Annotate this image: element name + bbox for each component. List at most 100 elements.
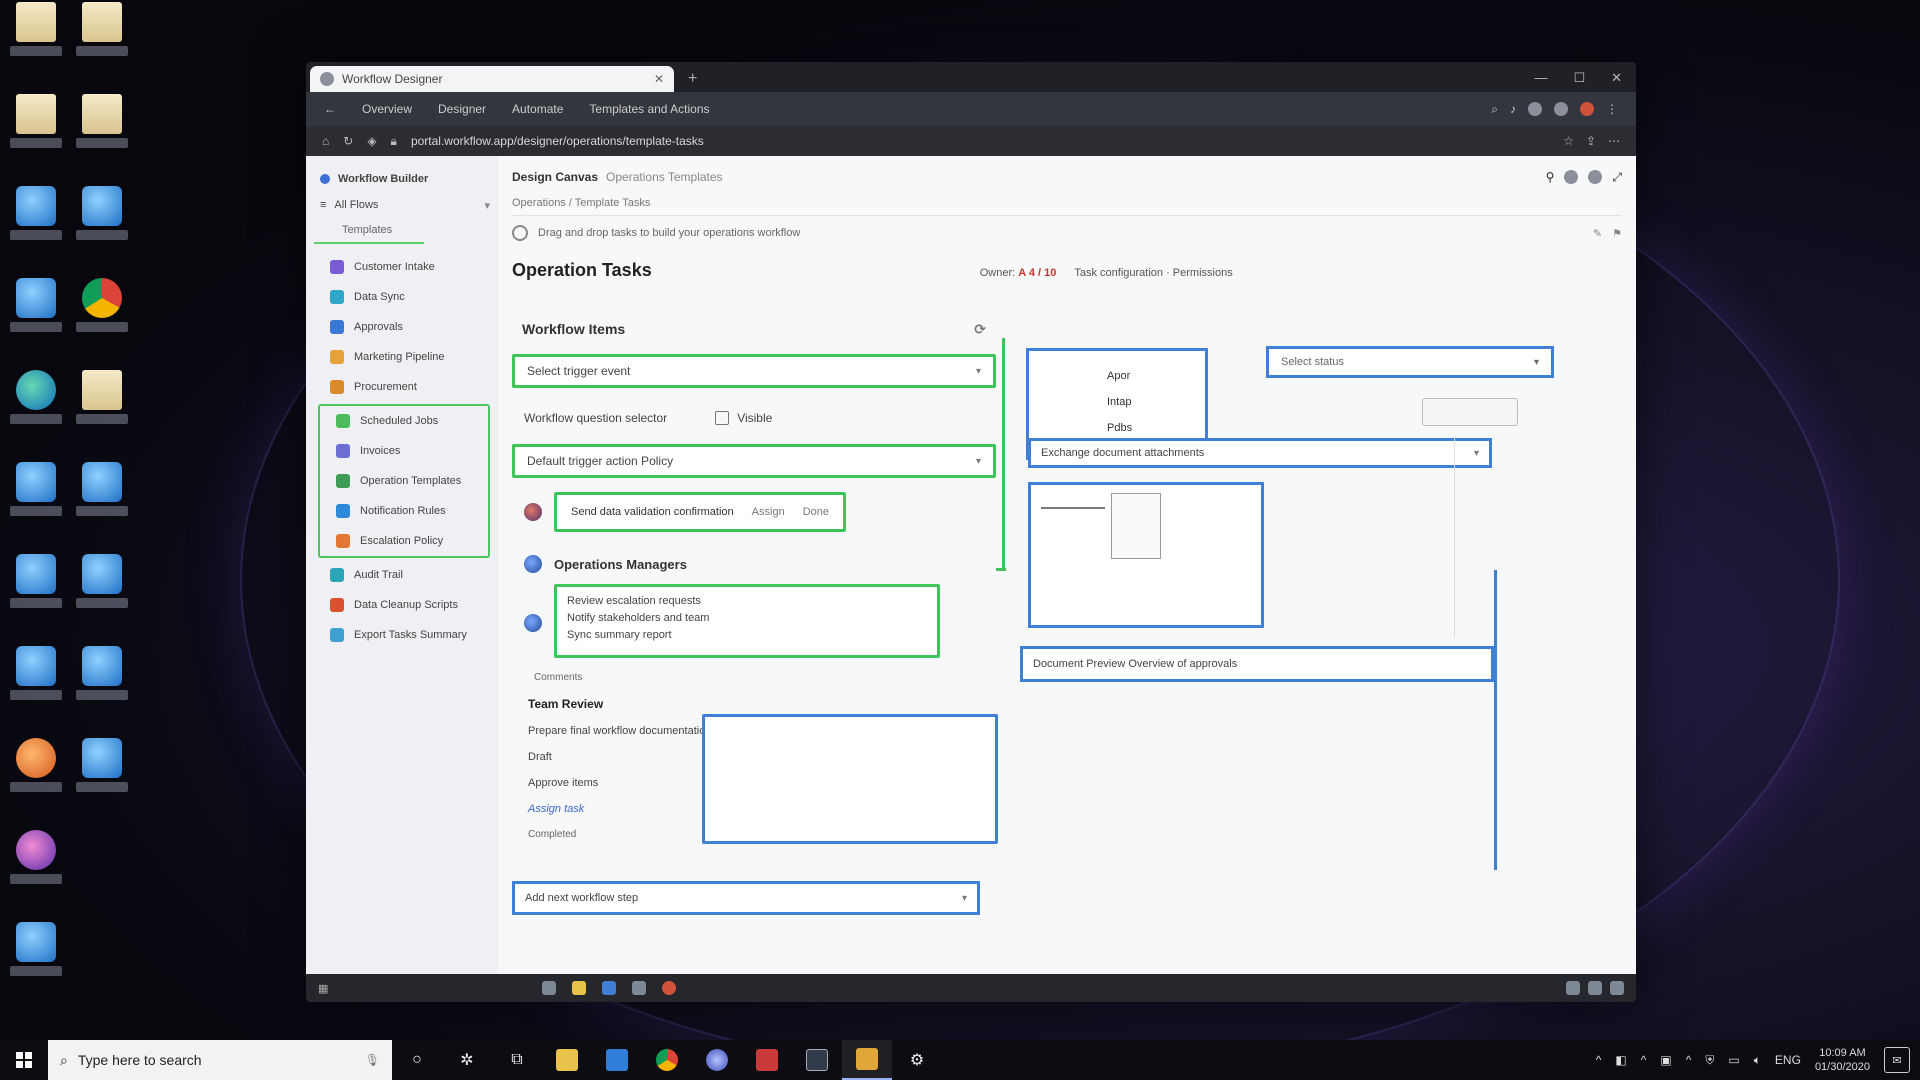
sidebar-item[interactable]: Escalation Policy <box>320 526 488 556</box>
desktop-icon-file[interactable] <box>70 370 134 442</box>
language-indicator[interactable]: ENG <box>1775 1053 1801 1067</box>
clock[interactable]: 10:09 AM 01/30/2020 <box>1815 1046 1870 1074</box>
shield-icon[interactable]: ⛨ <box>1705 1053 1714 1068</box>
desktop-icon-app[interactable] <box>4 186 68 258</box>
microphone-icon[interactable]: 🎙︎ <box>365 1053 380 1067</box>
group-notes[interactable]: Review escalation requests Notify stakeh… <box>554 584 940 658</box>
widgets-icon[interactable]: ✲ <box>442 1040 492 1080</box>
tray-app-icon[interactable]: ▣ <box>1660 1053 1671 1067</box>
sidebar-item[interactable]: Data Cleanup Scripts <box>314 590 490 620</box>
media-app-icon[interactable] <box>742 1040 792 1080</box>
sidebar-item[interactable]: Invoices <box>320 436 488 466</box>
bell-icon[interactable]: ♪ <box>1510 102 1516 117</box>
menu-item-templates[interactable]: Templates and Actions <box>589 102 709 116</box>
terminal-icon[interactable] <box>792 1040 842 1080</box>
next-step-dropdown[interactable]: Add next workflow step ▾ <box>512 881 980 915</box>
notification-icon[interactable]: ✉ <box>1884 1047 1910 1073</box>
desktop-icon-edge[interactable] <box>4 370 68 442</box>
action-policy-dropdown[interactable]: Default trigger action Policy ▾ <box>512 444 996 478</box>
volume-icon[interactable] <box>1588 981 1602 995</box>
tray-chevron-icon[interactable]: ^ <box>1686 1053 1692 1067</box>
task-chip[interactable]: Send data validation confirmation Assign… <box>554 492 846 532</box>
task-view-icon[interactable]: ⧉ <box>492 1040 542 1080</box>
menu-item-overview[interactable]: Overview <box>362 102 412 116</box>
refresh-icon[interactable]: ⟳ <box>974 321 996 338</box>
desktop-icon-chrome[interactable] <box>70 278 134 350</box>
status-select[interactable]: Select status ▾ <box>1266 346 1554 378</box>
desktop-icon-app[interactable] <box>70 554 134 626</box>
user-icon[interactable] <box>1564 169 1579 184</box>
preview-overview-field[interactable]: Document Preview Overview of approvals <box>1020 646 1494 682</box>
trigger-dropdown[interactable]: Select trigger event ▾ <box>512 354 996 388</box>
volume-icon[interactable]: 🔈︎ <box>1754 1053 1761 1068</box>
extension-icon[interactable] <box>1554 101 1568 116</box>
network-icon[interactable] <box>1566 981 1580 995</box>
record-icon[interactable] <box>662 981 677 995</box>
browser-icon[interactable] <box>602 981 617 995</box>
desktop-icon-file[interactable] <box>4 94 68 166</box>
alert-icon[interactable] <box>1580 101 1594 116</box>
menu-item-automate[interactable]: Automate <box>512 102 563 116</box>
pen-icon[interactable] <box>632 981 647 995</box>
search-icon[interactable]: ⌕ <box>1491 102 1498 117</box>
desktop-icon-file[interactable] <box>4 2 68 74</box>
sidebar-item[interactable]: Notification Rules <box>320 496 488 526</box>
desktop-icon-app[interactable] <box>4 646 68 718</box>
section-meta-extra[interactable]: Task configuration · Permissions <box>1074 267 1232 279</box>
pin-icon[interactable]: ⚑ <box>1612 227 1622 240</box>
sidebar-nav-all-flows[interactable]: ≡ All Flows ▾ <box>314 192 490 218</box>
sidebar-item[interactable]: Operation Templates <box>320 466 488 496</box>
start-button[interactable] <box>0 1040 48 1080</box>
tray-app-icon[interactable]: ◧ <box>1615 1053 1626 1067</box>
desktop-icon-app[interactable] <box>70 462 134 534</box>
folder-icon[interactable] <box>572 981 587 995</box>
sidebar-item[interactable]: Procurement <box>314 372 490 402</box>
battery-icon[interactable] <box>1610 981 1624 995</box>
taskbar-search[interactable]: ⌕ Type here to search 🎙︎ <box>48 1040 392 1080</box>
more-icon[interactable]: ⋮ <box>1606 102 1618 117</box>
sidebar-item[interactable]: Audit Trail <box>314 560 490 590</box>
tab-close-icon[interactable]: ✕ <box>654 72 664 86</box>
chrome-icon[interactable] <box>642 1040 692 1080</box>
desktop-icon-app[interactable] <box>70 646 134 718</box>
home-icon[interactable]: ⌂ <box>322 134 329 148</box>
task-chip-assign[interactable]: Assign <box>752 506 785 518</box>
settings-icon[interactable]: ⚙ <box>892 1040 942 1080</box>
cortana-icon[interactable]: ○ <box>392 1040 442 1080</box>
sidebar-item[interactable]: Marketing Pipeline <box>314 342 490 372</box>
desktop-icon-file[interactable] <box>70 94 134 166</box>
menu-dots-icon[interactable]: ⋯ <box>1608 134 1620 148</box>
desktop-icon-file[interactable] <box>70 2 134 74</box>
menu-item-designer[interactable]: Designer <box>438 102 486 116</box>
new-tab-icon[interactable]: + <box>688 70 697 88</box>
close-window-icon[interactable]: ✕ <box>1611 70 1622 86</box>
refresh-icon[interactable]: ↻ <box>343 134 353 148</box>
sidebar-item[interactable]: Export Tasks Summary <box>314 620 490 650</box>
desktop-icon-app[interactable] <box>4 738 68 810</box>
settings-icon[interactable] <box>1588 169 1603 184</box>
breadcrumb[interactable]: Operations / Template Tasks <box>512 190 1622 216</box>
desktop-icon-mail[interactable] <box>4 462 68 534</box>
sidebar-item[interactable]: Scheduled Jobs <box>320 406 488 436</box>
filter-icon[interactable]: ⚲ <box>1546 170 1555 185</box>
store-icon[interactable] <box>592 1040 642 1080</box>
desktop-icon-app[interactable] <box>4 830 68 902</box>
sidebar-item[interactable]: Customer Intake <box>314 252 490 282</box>
desktop-icon-app[interactable] <box>4 278 68 350</box>
visible-checkbox[interactable]: Visible <box>715 411 772 425</box>
circle-icon[interactable] <box>542 981 557 995</box>
expand-icon[interactable]: ⤢ <box>1612 170 1622 185</box>
grid-icon[interactable]: ▦ <box>318 982 328 995</box>
desktop-icon-app[interactable] <box>4 554 68 626</box>
profile-icon[interactable] <box>1528 101 1542 116</box>
tray-chevron-icon[interactable]: ^ <box>1596 1053 1602 1067</box>
back-arrow-icon[interactable]: ← <box>324 102 336 116</box>
minimize-icon[interactable]: — <box>1534 70 1547 86</box>
sidebar-item[interactable]: Data Sync <box>314 282 490 312</box>
document-preview-box[interactable] <box>1028 482 1264 628</box>
active-app-icon[interactable] <box>842 1040 892 1080</box>
sidebar-item[interactable]: Approvals <box>314 312 490 342</box>
browser-app-icon[interactable] <box>692 1040 742 1080</box>
share-icon[interactable]: ⇪ <box>1586 134 1596 148</box>
file-explorer-icon[interactable] <box>542 1040 592 1080</box>
